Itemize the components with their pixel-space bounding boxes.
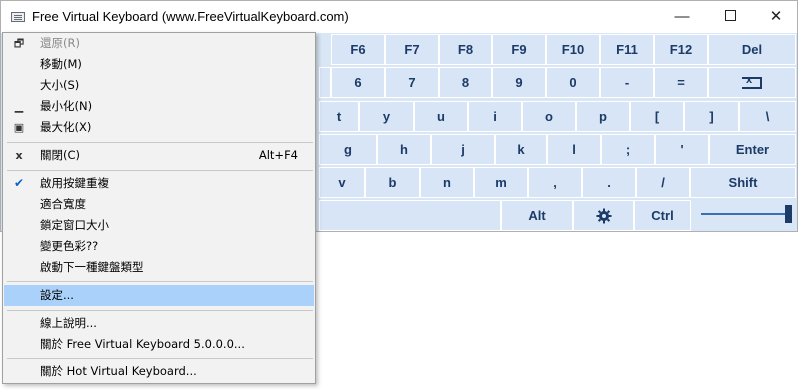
key-9[interactable]: 9 (492, 67, 546, 98)
key-8[interactable]: 8 (439, 67, 492, 98)
menu-item-change-color[interactable]: 變更色彩?? (4, 236, 314, 257)
maximize-icon: ▣ (13, 121, 25, 134)
key-space[interactable] (319, 200, 501, 231)
close-icon: x (15, 149, 23, 162)
opacity-slider[interactable] (701, 213, 787, 215)
key-o[interactable]: o (522, 101, 576, 132)
menu-item-next-keyboard-type[interactable]: 啟動下一種鍵盤類型 (4, 257, 314, 278)
key-j[interactable]: j (431, 134, 495, 165)
key-equals[interactable]: = (654, 67, 708, 98)
backspace-icon (742, 74, 762, 89)
key-g[interactable]: g (319, 134, 377, 165)
menu-item-restore[interactable]: 🗗 還原(R) (4, 33, 314, 54)
key-u[interactable]: u (414, 101, 468, 132)
checkmark-icon: ✔ (13, 176, 25, 190)
menu-item-close[interactable]: x 關閉(C) Alt+F4 (4, 145, 314, 166)
gear-icon (596, 208, 611, 223)
key-k[interactable]: k (495, 134, 547, 165)
key-comma[interactable]: , (528, 167, 582, 198)
key-ctrl[interactable]: Ctrl (634, 200, 691, 231)
key-left-bracket[interactable]: [ (630, 101, 684, 132)
window-title: Free Virtual Keyboard (www.FreeVirtualKe… (32, 9, 349, 24)
menu-separator (7, 170, 313, 171)
menu-item-size[interactable]: 大小(S) (4, 75, 314, 96)
menu-separator (7, 142, 313, 143)
menu-item-key-repeat[interactable]: ✔ 啟用按鍵重複 (4, 173, 314, 194)
maximize-icon (724, 10, 736, 22)
key-f11[interactable]: F11 (600, 34, 654, 65)
key-y[interactable]: y (359, 101, 414, 132)
menu-item-about-hot[interactable]: 關於 Hot Virtual Keyboard... (4, 361, 314, 382)
key-b[interactable]: b (365, 167, 420, 198)
key-quote[interactable]: ' (655, 134, 709, 165)
opacity-slider-thumb[interactable] (785, 205, 792, 223)
minimize-icon: ▁ (14, 100, 24, 113)
key-i[interactable]: i (468, 101, 522, 132)
menu-item-maximize[interactable]: ▣ 最大化(X) (4, 117, 314, 138)
key-shift[interactable]: Shift (690, 167, 796, 198)
menu-item-about-free[interactable]: 關於 Free Virtual Keyboard 5.0.0.0... (4, 334, 314, 355)
system-menu: 🗗 還原(R) 移動(M) 大小(S) ▁ 最小化(N) ▣ 最大化(X) x … (2, 32, 316, 384)
menu-item-minimize[interactable]: ▁ 最小化(N) (4, 96, 314, 117)
menu-item-online-help[interactable]: 線上說明... (4, 313, 314, 334)
key-backslash[interactable]: \ (739, 101, 796, 132)
key-del[interactable]: Del (708, 34, 796, 65)
menu-separator (7, 281, 313, 282)
menu-item-lock-size[interactable]: 鎖定窗口大小 (4, 215, 314, 236)
key-n[interactable]: n (420, 167, 474, 198)
key-f12[interactable]: F12 (654, 34, 708, 65)
key-m[interactable]: m (474, 167, 528, 198)
key-l[interactable]: l (547, 134, 601, 165)
key-f6[interactable]: F6 (331, 34, 385, 65)
key-f8[interactable]: F8 (439, 34, 492, 65)
minimize-button[interactable]: — (659, 1, 705, 33)
keyboard-app-icon[interactable] (11, 12, 25, 22)
key-right-bracket[interactable]: ] (684, 101, 739, 132)
key-alt[interactable]: Alt (501, 200, 573, 231)
key-minus[interactable]: - (600, 67, 654, 98)
key-f7[interactable]: F7 (385, 34, 439, 65)
key-v[interactable]: v (319, 167, 365, 198)
key-slash[interactable]: / (636, 167, 690, 198)
key-t[interactable]: t (319, 101, 359, 132)
key-6[interactable]: 6 (331, 67, 385, 98)
settings-key[interactable] (573, 200, 634, 231)
key-period[interactable]: . (582, 167, 636, 198)
menu-item-move[interactable]: 移動(M) (4, 54, 314, 75)
key-p[interactable]: p (576, 101, 630, 132)
restore-icon: 🗗 (13, 37, 25, 50)
title-bar[interactable]: Free Virtual Keyboard (www.FreeVirtualKe… (1, 1, 797, 33)
key-partial[interactable] (319, 67, 331, 98)
menu-separator (7, 310, 313, 311)
menu-item-settings[interactable]: 設定... (4, 285, 314, 306)
key-backspace[interactable] (708, 67, 796, 98)
key-7[interactable]: 7 (385, 67, 439, 98)
key-f9[interactable]: F9 (492, 34, 546, 65)
key-semicolon[interactable]: ; (601, 134, 655, 165)
menu-separator (7, 358, 313, 359)
key-0[interactable]: 0 (546, 67, 600, 98)
key-enter[interactable]: Enter (709, 134, 796, 165)
maximize-button[interactable] (707, 1, 753, 33)
close-button[interactable]: ✕ (753, 1, 799, 33)
key-f10[interactable]: F10 (546, 34, 600, 65)
key-h[interactable]: h (377, 134, 431, 165)
menu-item-fit-width[interactable]: 適合寬度 (4, 194, 314, 215)
